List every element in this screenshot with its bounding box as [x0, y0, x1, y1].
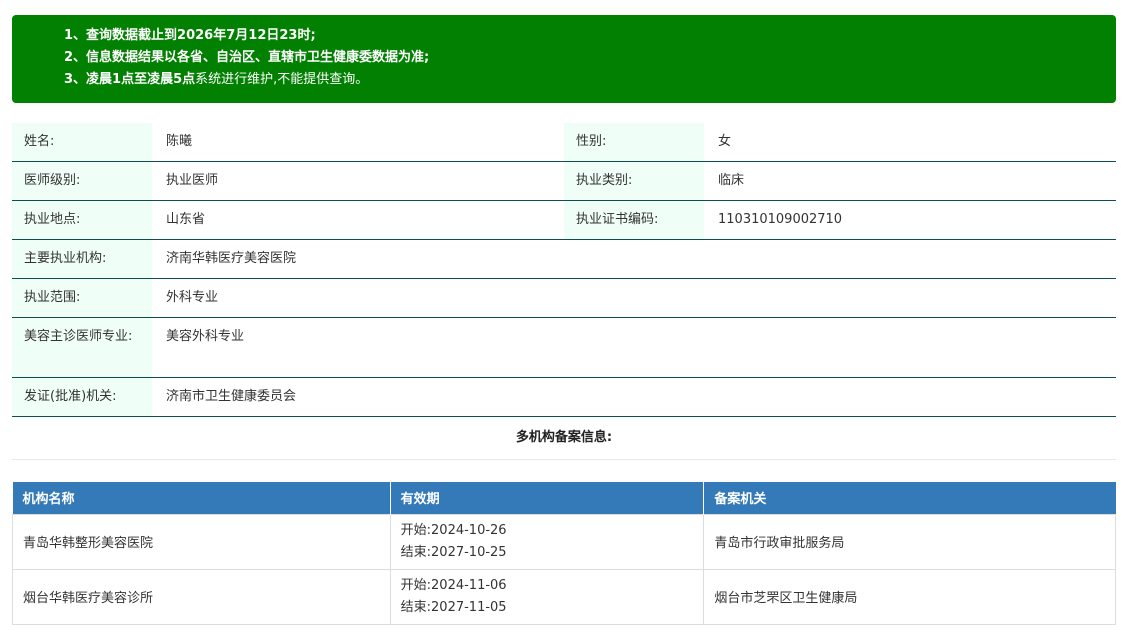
- header-org-name: 机构名称: [12, 482, 391, 514]
- notice-line-1: 1、查询数据截止到2026年7月12日23时;: [64, 25, 1116, 47]
- category-label: 执业类别:: [564, 161, 704, 201]
- table-row: 烟台华韩医疗美容诊所 开始:2024-11-06 结束:2027-11-05 烟…: [12, 568, 1116, 625]
- doctor-info-table: 姓名: 陈曦 性别: 女 医师级别: 执业医师 执业类别: 临床 执业地点: 山…: [12, 123, 1116, 417]
- info-row-institution: 主要执业机构: 济南华韩医疗美容医院: [12, 239, 1116, 279]
- org-name: 青岛华韩整形美容医院: [12, 513, 391, 570]
- cosmetic-value: 美容外科专业: [152, 317, 1116, 378]
- scope-label: 执业范围:: [12, 278, 152, 318]
- info-row-level: 医师级别: 执业医师 执业类别: 临床: [12, 161, 1116, 201]
- info-row-name: 姓名: 陈曦 性别: 女: [12, 123, 1116, 162]
- validity-end: 结束:2027-10-25: [400, 544, 507, 560]
- institution-value: 济南华韩医疗美容医院: [152, 239, 1116, 279]
- category-value: 临床: [704, 161, 1116, 201]
- issuer-value: 济南市卫生健康委员会: [152, 377, 1116, 417]
- org-authority: 青岛市行政审批服务局: [703, 513, 1116, 570]
- info-row-location: 执业地点: 山东省 执业证书编码: 110310109002710: [12, 200, 1116, 240]
- org-table-header: 机构名称 有效期 备案机关: [12, 482, 1116, 514]
- location-value: 山东省: [152, 200, 564, 240]
- scope-value: 外科专业: [152, 278, 1116, 318]
- level-value: 执业医师: [152, 161, 564, 201]
- cert-value: 110310109002710: [704, 200, 1116, 240]
- org-name: 烟台华韩医疗美容诊所: [12, 568, 391, 625]
- cert-label: 执业证书编码:: [564, 200, 704, 240]
- validity-start: 开始:2024-10-26: [400, 522, 507, 538]
- info-row-cosmetic: 美容主诊医师专业: 美容外科专业: [12, 317, 1116, 378]
- notice-line-1-date: 2026年7月12日23时: [177, 28, 311, 43]
- issuer-label: 发证(批准)机关:: [12, 377, 152, 417]
- location-label: 执业地点:: [12, 200, 152, 240]
- header-validity: 有效期: [390, 482, 705, 514]
- info-row-scope: 执业范围: 外科专业: [12, 278, 1116, 318]
- multi-org-title: 多机构备案信息:: [12, 418, 1116, 460]
- org-validity: 开始:2024-10-26 结束:2027-10-25: [389, 513, 705, 570]
- header-authority: 备案机关: [703, 482, 1116, 514]
- notice-line-1-prefix: 1、查询数据截止到: [64, 28, 178, 43]
- table-row: 青岛华韩整形美容医院 开始:2024-10-26 结束:2027-10-25 青…: [12, 513, 1116, 570]
- notice-line-2-text: 2、信息数据结果以各省、自治区、直辖市卫生健康委数据为准;: [64, 50, 430, 65]
- notice-line-3-prefix: 3、: [64, 72, 87, 87]
- validity-start: 开始:2024-11-06: [400, 577, 507, 593]
- org-validity: 开始:2024-11-06 结束:2027-11-05: [389, 568, 705, 625]
- name-value: 陈曦: [152, 123, 564, 162]
- cosmetic-label: 美容主诊医师专业:: [12, 317, 152, 378]
- gender-label: 性别:: [564, 123, 704, 162]
- notice-line-3-suffix: 系统进行维护,不能提供查询。: [195, 72, 369, 87]
- notice-line-2: 2、信息数据结果以各省、自治区、直辖市卫生健康委数据为准;: [64, 47, 1116, 69]
- notice-banner: 1、查询数据截止到2026年7月12日23时; 2、信息数据结果以各省、自治区、…: [12, 15, 1116, 103]
- institution-label: 主要执业机构:: [12, 239, 152, 279]
- notice-line-3-time: 凌晨1点至凌晨5点: [86, 72, 196, 87]
- gender-value: 女: [704, 123, 1116, 162]
- validity-end: 结束:2027-11-05: [400, 599, 507, 615]
- name-label: 姓名:: [12, 123, 152, 162]
- level-label: 医师级别:: [12, 161, 152, 201]
- notice-line-1-suffix: ;: [310, 28, 316, 43]
- notice-line-3: 3、凌晨1点至凌晨5点系统进行维护,不能提供查询。: [64, 69, 1116, 91]
- multi-org-table: 机构名称 有效期 备案机关 青岛华韩整形美容医院 开始:2024-10-26 结…: [12, 482, 1116, 625]
- org-authority: 烟台市芝罘区卫生健康局: [703, 568, 1116, 625]
- info-row-issuer: 发证(批准)机关: 济南市卫生健康委员会: [12, 377, 1116, 417]
